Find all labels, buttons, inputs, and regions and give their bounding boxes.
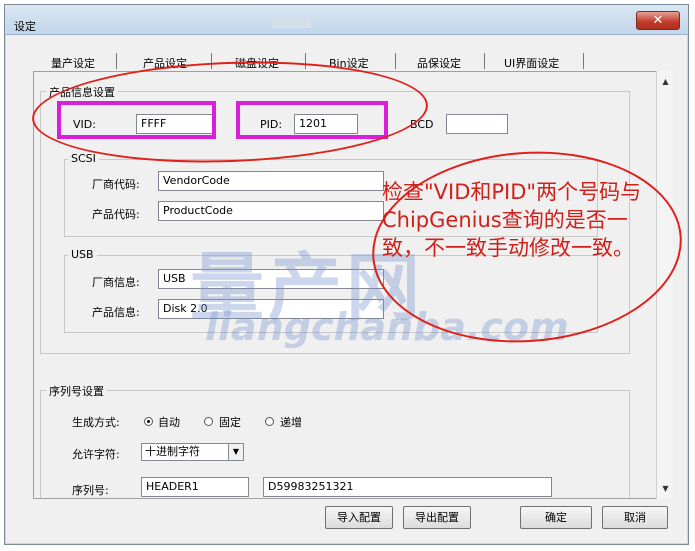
serial-group-label: 序列号设置 (46, 383, 107, 399)
usb-vendor-label: 厂商信息: (92, 276, 140, 289)
radio-increment-label: 递增 (280, 416, 302, 429)
charset-select[interactable]: 十进制字符 ▼ (141, 443, 244, 461)
usb-product-input[interactable]: Disk 2.0 (158, 299, 384, 319)
cancel-button[interactable]: 取消 (602, 506, 668, 529)
usb-product-label: 产品信息: (92, 306, 140, 319)
annotation-text: 检查"VID和PID"两个号码与ChipGenius查询的是否一致，不一致手动修… (382, 180, 642, 260)
export-config-button[interactable]: 导出配置 (403, 506, 471, 529)
scroll-up-icon[interactable]: ▲ (660, 76, 671, 87)
usb-group-label: USB (68, 248, 97, 261)
tab-separator (395, 53, 396, 69)
charset-label: 允许字符: (72, 448, 120, 461)
window-title: 设定 (14, 20, 36, 33)
ok-button[interactable]: 确定 (520, 506, 592, 529)
scsi-product-input[interactable]: ProductCode (158, 201, 384, 221)
radio-auto-label: 自动 (158, 416, 180, 429)
scsi-product-label: 产品代码: (92, 208, 140, 221)
scroll-down-icon[interactable]: ▼ (660, 483, 671, 494)
title-ghost-text (271, 18, 311, 28)
serial-value-input[interactable]: D59983251321 (263, 477, 552, 497)
radio-auto[interactable] (144, 417, 153, 426)
radio-fixed-label: 固定 (219, 416, 241, 429)
title-bar: 设定 ✕ (5, 5, 688, 35)
bcd-input[interactable] (446, 114, 508, 134)
close-button[interactable]: ✕ (636, 11, 680, 30)
tab-production[interactable]: 量产设定 (51, 55, 95, 71)
tab-ui[interactable]: UI界面设定 (504, 55, 559, 71)
serial-mode-label: 生成方式: (72, 416, 120, 429)
serial-label: 序列号: (72, 484, 109, 497)
usb-vendor-input[interactable]: USB (158, 269, 384, 289)
import-config-button[interactable]: 导入配置 (325, 506, 393, 529)
tab-separator (484, 53, 485, 69)
serial-prefix-input[interactable]: HEADER1 (141, 477, 249, 497)
scsi-vendor-label: 厂商代码: (92, 178, 140, 191)
radio-increment[interactable] (265, 417, 274, 426)
chevron-down-icon[interactable]: ▼ (228, 444, 243, 460)
tab-separator (116, 53, 117, 69)
radio-fixed[interactable] (204, 417, 213, 426)
tab-qa[interactable]: 品保设定 (417, 55, 461, 71)
charset-select-value: 十进制字符 (145, 445, 200, 458)
scsi-group-label: SCSI (68, 152, 99, 165)
tab-separator (583, 53, 584, 69)
scsi-vendor-input[interactable]: VendorCode (158, 171, 384, 191)
